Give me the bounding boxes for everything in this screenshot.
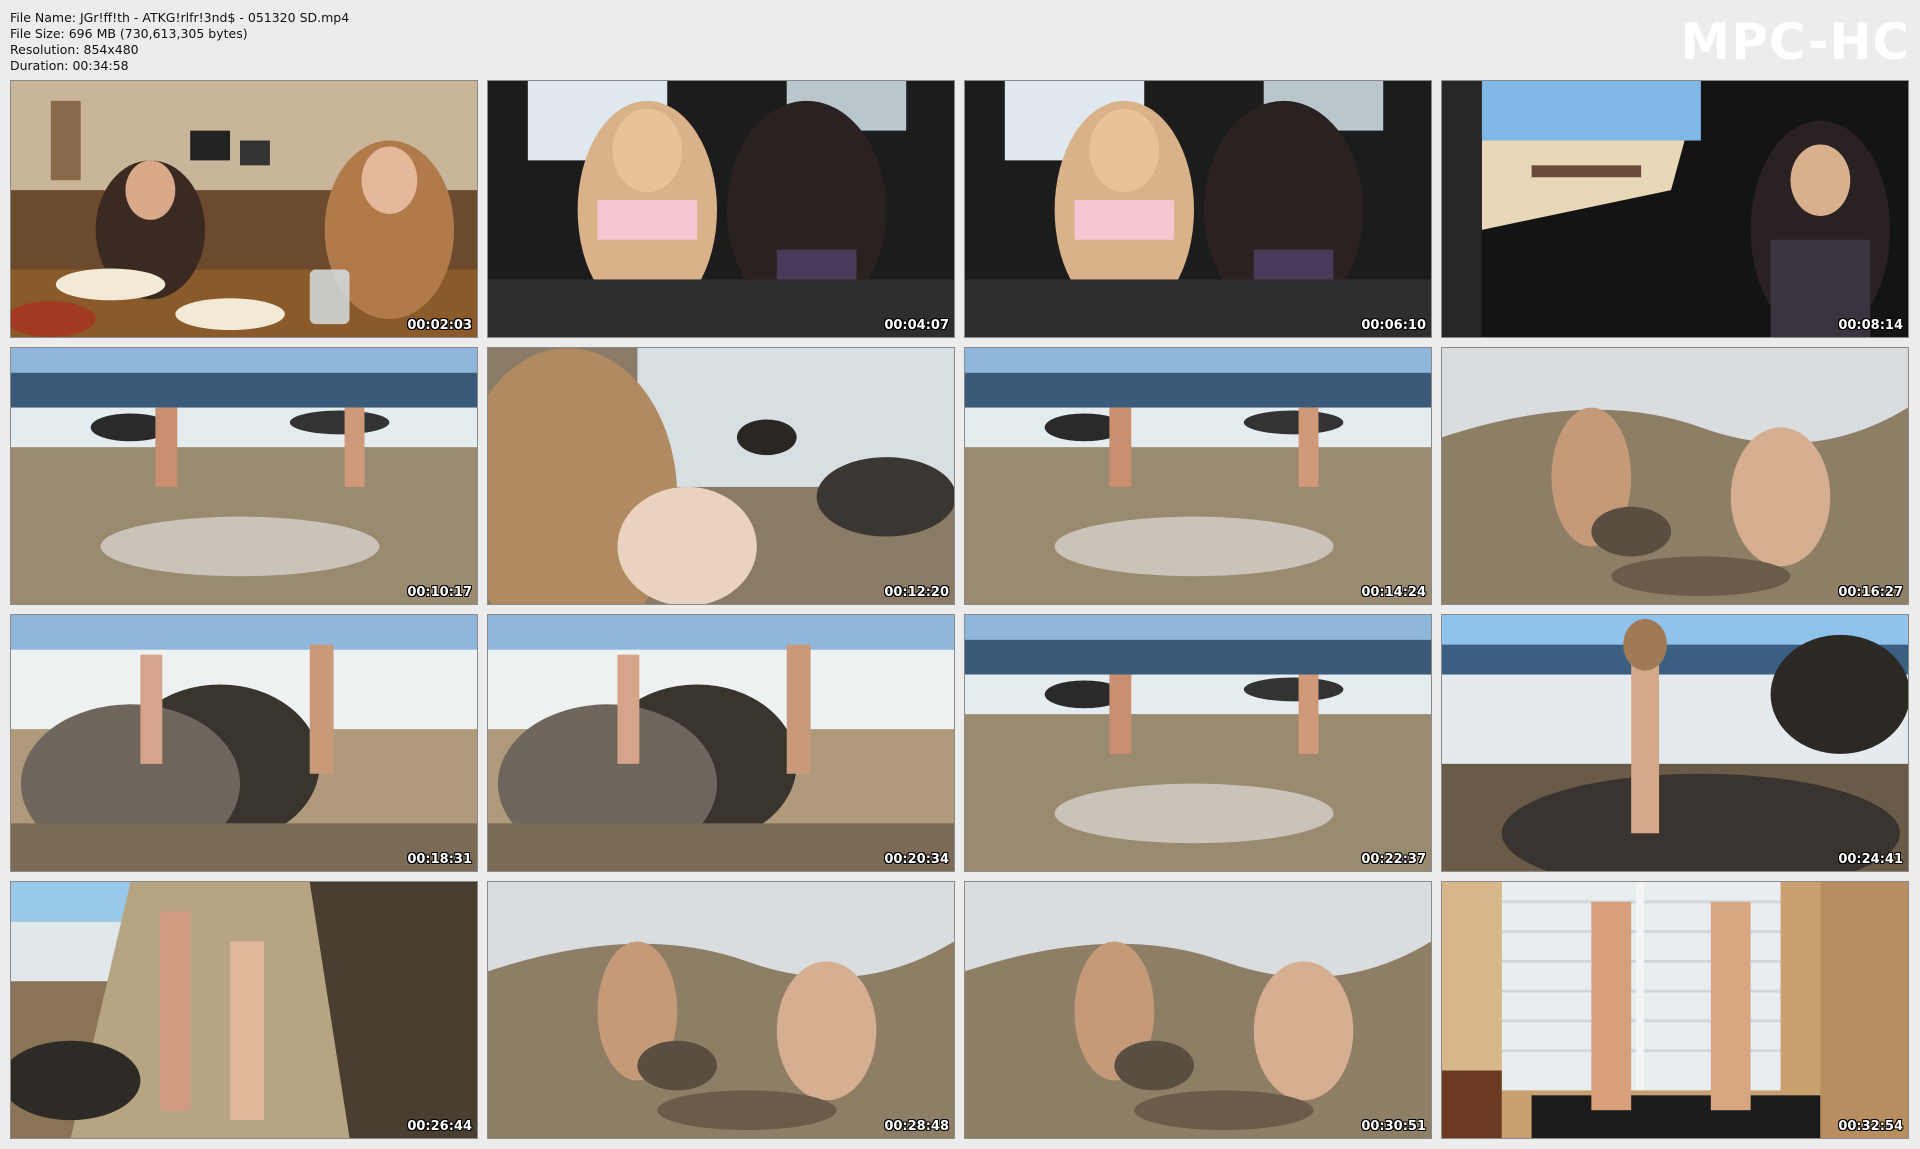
thumbnail-frame: 00:30:51 xyxy=(964,881,1432,1139)
thumbnail-frame: 00:26:44 xyxy=(10,881,478,1139)
thumbnail-timestamp: 00:10:17 xyxy=(407,585,472,600)
thumbnail-timestamp: 00:20:34 xyxy=(884,852,949,867)
thumbnail-frame: 00:16:27 xyxy=(1441,347,1909,605)
thumbnail-image xyxy=(488,615,954,871)
thumbnail-timestamp: 00:06:10 xyxy=(1361,318,1426,333)
thumbnail-image xyxy=(488,81,954,337)
file-info: File Name: JGr!ff!th - ATKG!rlfr!3nd$ - … xyxy=(10,10,349,74)
thumbnail-frame: 00:20:34 xyxy=(487,614,955,872)
thumbnail-timestamp: 00:30:51 xyxy=(1361,1119,1426,1134)
thumbnail-timestamp: 00:26:44 xyxy=(407,1119,472,1134)
thumbnail-timestamp: 00:08:14 xyxy=(1838,318,1903,333)
thumbnail-timestamp: 00:14:24 xyxy=(1361,585,1426,600)
thumbnail-frame: 00:18:31 xyxy=(10,614,478,872)
thumbnail-timestamp: 00:24:41 xyxy=(1838,852,1903,867)
thumbnail-image xyxy=(965,615,1431,871)
thumbnail-frame: 00:28:48 xyxy=(487,881,955,1139)
file-name: File Name: JGr!ff!th - ATKG!rlfr!3nd$ - … xyxy=(10,10,350,25)
resolution: Resolution: 854x480 xyxy=(10,42,139,57)
file-size: File Size: 696 MB (730,613,305 bytes) xyxy=(10,26,248,41)
thumbnail-image xyxy=(11,615,477,871)
thumbnail-frame: 00:12:20 xyxy=(487,347,955,605)
thumbnail-frame: 00:32:54 xyxy=(1441,881,1909,1139)
thumbnail-timestamp: 00:18:31 xyxy=(407,852,472,867)
thumbnail-timestamp: 00:22:37 xyxy=(1361,852,1426,867)
mpc-hc-logo: MPC-HC xyxy=(1680,13,1910,71)
thumbnail-image xyxy=(965,81,1431,337)
thumbnail-image xyxy=(11,882,477,1138)
thumbnail-image xyxy=(11,81,477,337)
thumbnail-sheet: File Name: JGr!ff!th - ATKG!rlfr!3nd$ - … xyxy=(0,0,1920,1149)
thumbnail-timestamp: 00:04:07 xyxy=(884,318,949,333)
thumbnail-frame: 00:06:10 xyxy=(964,80,1432,338)
thumbnail-image xyxy=(1442,615,1908,871)
thumbnail-frame: 00:10:17 xyxy=(10,347,478,605)
thumbnail-image xyxy=(965,882,1431,1138)
thumbnail-image xyxy=(1442,81,1908,337)
thumbnail-frame: 00:04:07 xyxy=(487,80,955,338)
thumbnail-timestamp: 00:02:03 xyxy=(407,318,472,333)
thumbnail-image xyxy=(1442,882,1908,1138)
thumbnail-frame: 00:14:24 xyxy=(964,347,1432,605)
thumbnail-image xyxy=(488,882,954,1138)
thumbnail-frame: 00:02:03 xyxy=(10,80,478,338)
duration: Duration: 00:34:58 xyxy=(10,58,129,73)
thumbnail-timestamp: 00:32:54 xyxy=(1838,1119,1903,1134)
thumbnail-frame: 00:08:14 xyxy=(1441,80,1909,338)
thumbnail-grid: 00:02:03 00:04:07 00:06:10 00:08:14 00:10:17… xyxy=(10,80,1910,1139)
thumbnail-frame: 00:24:41 xyxy=(1441,614,1909,872)
thumbnail-image xyxy=(1442,348,1908,604)
thumbnail-timestamp: 00:12:20 xyxy=(884,585,949,600)
thumbnail-image xyxy=(11,348,477,604)
thumbnail-timestamp: 00:28:48 xyxy=(884,1119,949,1134)
thumbnail-frame: 00:22:37 xyxy=(964,614,1432,872)
thumbnail-image xyxy=(488,348,954,604)
thumbnail-image xyxy=(965,348,1431,604)
thumbnail-timestamp: 00:16:27 xyxy=(1838,585,1903,600)
